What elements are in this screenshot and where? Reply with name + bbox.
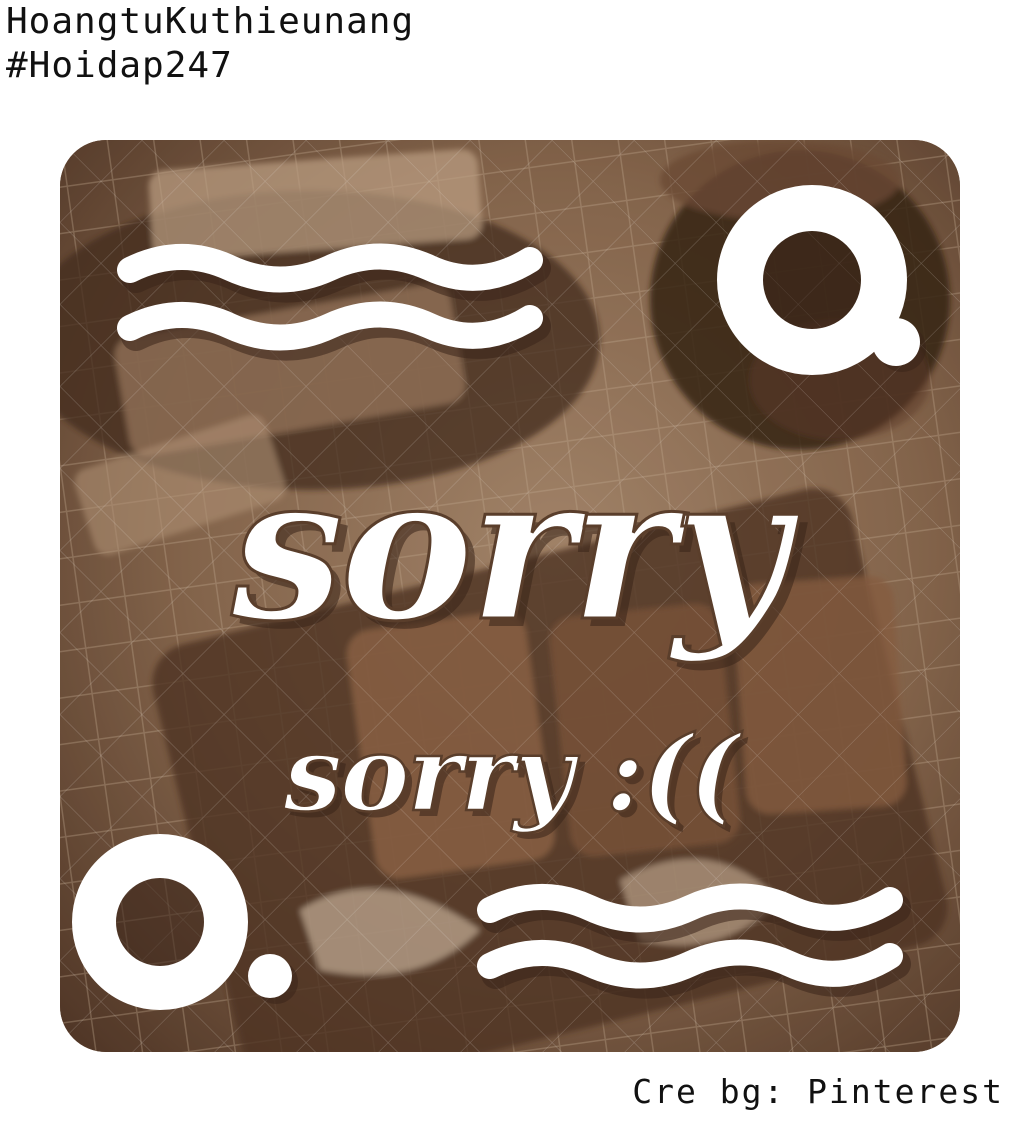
background-credit: Cre bg: Pinterest (632, 1072, 1004, 1111)
main-word-group: sorry sorry (229, 430, 812, 675)
artwork-canvas: sorry sorry sorry :(( sorry :(( (60, 140, 960, 1052)
sub-text: sorry :(( (283, 712, 744, 835)
sorry-artwork-card: sorry sorry sorry :(( sorry :(( (60, 140, 960, 1052)
sub-text-group: sorry :(( sorry :(( (281, 711, 751, 841)
hashtag-watermark: #Hoidap247 (6, 45, 233, 86)
author-watermark: HoangtuKuthieunang (6, 1, 415, 42)
main-word: sorry (231, 431, 801, 666)
